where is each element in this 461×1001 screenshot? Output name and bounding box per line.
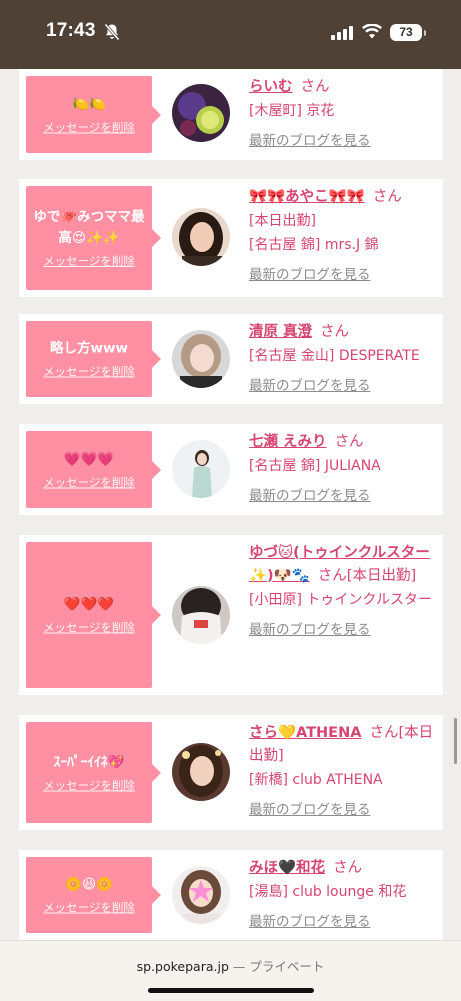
delete-message-link[interactable]: メッセージを削除 xyxy=(43,900,135,916)
honorific: さん xyxy=(317,568,347,584)
latest-blog-link[interactable]: 最新のブログを見る xyxy=(249,129,371,149)
favorite-card: ｽｰﾊﾟｰｲｲﾈ💖 メッセージを削除 さら💛ATHENA さん[本日出勤] [新橋… xyxy=(19,715,443,830)
cast-name-link[interactable]: さら💛ATHENA xyxy=(249,725,361,741)
delete-message-link[interactable]: メッセージを削除 xyxy=(43,620,135,636)
message-text: 💗💗💗 xyxy=(63,451,115,467)
address-bar[interactable]: sp.pokepara.jp — プライベート xyxy=(0,956,461,975)
delete-message-link[interactable]: メッセージを削除 xyxy=(43,119,135,135)
message-text: ❤️❤️❤️ xyxy=(63,596,115,613)
latest-blog-link[interactable]: 最新のブログを見る xyxy=(249,484,371,504)
shop-line: [名古屋 金山] DESPERATE xyxy=(249,348,420,364)
cast-name-link[interactable]: 七瀬 えみり xyxy=(249,434,327,450)
scroll-indicator[interactable] xyxy=(454,718,457,764)
message-bubble: 🍋🍋 メッセージを削除 xyxy=(26,76,161,153)
signal-icon xyxy=(331,25,353,44)
cast-info: らいむ さん [木屋町] 京花 最新のブログを見る xyxy=(249,76,439,149)
cast-info: みほ🖤和花 さん [湯島] club lounge 和花 最新のブログを見る xyxy=(249,857,439,930)
message-text: ｽｰﾊﾟｰｲｲﾈ💖 xyxy=(53,754,125,770)
honorific: さん xyxy=(369,725,399,741)
favorite-card: ❤️❤️❤️ メッセージを削除 ゆづ🐱(トゥインクルスター✨)🐶🐾 さん[本日出勤… xyxy=(19,535,443,695)
bell-slash-icon xyxy=(104,23,120,45)
shop-line: [名古屋 錦] JULIANA xyxy=(249,458,381,474)
message-text: 略し方www xyxy=(50,340,128,357)
favorite-card: 略し方www メッセージを削除 清原 真澄 さん [名古屋 金山] DESPERA… xyxy=(19,314,443,404)
cast-info: さら💛ATHENA さん[本日出勤] [新橋] club ATHENA 最新のブロ… xyxy=(249,722,439,818)
latest-blog-link[interactable]: 最新のブログを見る xyxy=(249,263,371,283)
favorite-card: ゆで🐙みつママ最高😍✨✨ メッセージを削除 🎀🎀あやこ🎀🎀 さん [本日出勤] [… xyxy=(19,179,443,297)
wifi-icon xyxy=(362,23,382,43)
delete-message-link[interactable]: メッセージを削除 xyxy=(43,777,135,793)
cast-info: ゆづ🐱(トゥインクルスター✨)🐶🐾 さん[本日出勤] [小田原] トゥインクルスタ… xyxy=(249,542,439,638)
browser-bottom-bar: sp.pokepara.jp — プライベート xyxy=(0,940,461,1001)
honorific: さん xyxy=(372,189,402,205)
shop-line: [新橋] club ATHENA xyxy=(249,772,383,788)
honorific: さん xyxy=(300,79,330,95)
avatar[interactable] xyxy=(172,208,230,266)
honorific: さん xyxy=(320,324,350,340)
shop-line: [本日出勤] xyxy=(249,213,316,229)
delete-message-link[interactable]: メッセージを削除 xyxy=(43,253,135,269)
message-text: ゆで🐙みつママ最高😍✨✨ xyxy=(33,209,145,246)
avatar[interactable] xyxy=(172,866,230,924)
avatar[interactable] xyxy=(172,440,230,498)
honorific: さん xyxy=(334,434,364,450)
avatar[interactable] xyxy=(172,330,230,388)
message-bubble: ❤️❤️❤️ メッセージを削除 xyxy=(26,542,161,688)
name-suffix: [本日出勤] xyxy=(346,568,417,584)
cast-info: 清原 真澄 さん [名古屋 金山] DESPERATE 最新のブログを見る xyxy=(249,321,439,394)
cast-name-link[interactable]: みほ🖤和花 xyxy=(249,860,325,876)
honorific: さん xyxy=(333,860,363,876)
message-bubble: 略し方www メッセージを削除 xyxy=(26,321,161,397)
shop-line: [名古屋 錦] mrs.J 錦 xyxy=(249,237,379,253)
latest-blog-link[interactable]: 最新のブログを見る xyxy=(249,374,371,394)
favorite-card: 🌼😆🌼 メッセージを削除 みほ🖤和花 さん [湯島] club lounge 和花… xyxy=(19,850,443,940)
delete-message-link[interactable]: メッセージを削除 xyxy=(43,474,135,490)
latest-blog-link[interactable]: 最新のブログを見る xyxy=(249,798,371,818)
avatar[interactable] xyxy=(172,586,230,644)
shop-line: [木屋町] 京花 xyxy=(249,103,335,119)
cast-info: 七瀬 えみり さん [名古屋 錦] JULIANA 最新のブログを見る xyxy=(249,431,439,504)
url-text: sp.pokepara.jp xyxy=(136,959,229,974)
favorite-card: 💗💗💗 メッセージを削除 七瀬 えみり さん [名古屋 錦] JULIANA 最新… xyxy=(19,424,443,515)
message-bubble: 🌼😆🌼 メッセージを削除 xyxy=(26,857,161,933)
battery-icon: 73 xyxy=(390,24,426,41)
favorite-card: 🍋🍋 メッセージを削除 らいむ さん [木屋町] 京花 最新のブログを見る xyxy=(19,69,443,160)
avatar[interactable] xyxy=(172,743,230,801)
shop-line: [湯島] club lounge 和花 xyxy=(249,884,407,900)
home-indicator[interactable] xyxy=(148,988,314,993)
avatar[interactable] xyxy=(172,84,230,142)
message-bubble: 💗💗💗 メッセージを削除 xyxy=(26,431,161,508)
cast-name-link[interactable]: らいむ xyxy=(249,79,293,95)
message-text: 🍋🍋 xyxy=(72,96,106,112)
delete-message-link[interactable]: メッセージを削除 xyxy=(43,364,135,380)
status-bar: 17:43 73 xyxy=(0,0,461,69)
message-bubble: ｽｰﾊﾟｰｲｲﾈ💖 メッセージを削除 xyxy=(26,722,161,823)
message-text: 🌼😆🌼 xyxy=(65,876,113,893)
url-separator: — xyxy=(232,959,246,974)
latest-blog-link[interactable]: 最新のブログを見る xyxy=(249,618,371,638)
message-bubble: ゆで🐙みつママ最高😍✨✨ メッセージを削除 xyxy=(26,186,161,290)
cast-name-link[interactable]: 🎀🎀あやこ🎀🎀 xyxy=(249,189,365,205)
latest-blog-link[interactable]: 最新のブログを見る xyxy=(249,910,371,930)
cast-name-link[interactable]: 清原 真澄 xyxy=(249,324,312,340)
cast-info: 🎀🎀あやこ🎀🎀 さん [本日出勤] [名古屋 錦] mrs.J 錦 最新のブログを… xyxy=(249,186,439,283)
private-mode-label: プライベート xyxy=(249,959,325,974)
status-time: 17:43 xyxy=(46,20,96,41)
shop-line: [小田原] トゥインクルスター xyxy=(249,592,432,608)
